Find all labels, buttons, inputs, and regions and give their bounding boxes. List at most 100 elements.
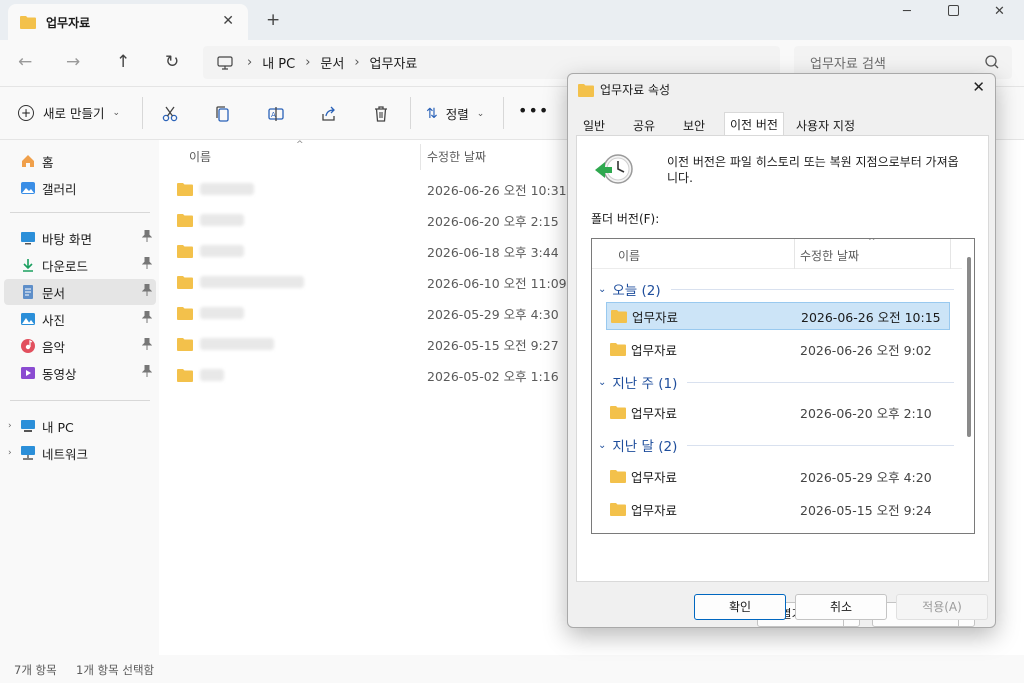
apply-button[interactable]: 적용(A) bbox=[896, 594, 988, 620]
pin-icon[interactable] bbox=[141, 283, 153, 299]
column-header-date[interactable]: 수정한 날짜 bbox=[427, 148, 486, 165]
delete-icon[interactable] bbox=[371, 104, 391, 124]
sidebar-item-gallery[interactable]: 갤러리 bbox=[4, 175, 156, 201]
file-row[interactable]: 2026-05-02 오후 1:16 bbox=[177, 363, 559, 387]
chevron-right-icon[interactable]: › bbox=[8, 448, 12, 458]
column-divider[interactable] bbox=[794, 239, 795, 269]
minimize-icon[interactable]: ─ bbox=[903, 4, 911, 19]
group-header-last-month[interactable]: ⌄ 지난 달 (2) bbox=[598, 435, 954, 455]
file-row[interactable]: 2026-06-20 오후 2:15 bbox=[177, 208, 559, 232]
group-header-last-week[interactable]: ⌄ 지난 주 (1) bbox=[598, 372, 954, 392]
gallery-icon bbox=[20, 180, 36, 196]
version-row[interactable]: 업무자료 2026-05-15 오전 9:24 bbox=[606, 495, 950, 523]
tab-general[interactable]: 일반 bbox=[578, 116, 610, 136]
sidebar-item-home[interactable]: 홈 bbox=[4, 148, 156, 174]
column-header-date[interactable]: 수정한 날짜 bbox=[800, 247, 859, 264]
tab-security[interactable]: 보안 bbox=[678, 116, 710, 136]
sort-label: 정렬 bbox=[445, 107, 469, 122]
forward-arrow-icon[interactable]: → bbox=[66, 52, 80, 72]
tab-previous-versions[interactable]: 이전 버전 bbox=[724, 112, 784, 137]
share-icon[interactable] bbox=[319, 104, 339, 124]
version-row[interactable]: 업무자료 2026-06-20 오후 2:10 bbox=[606, 398, 950, 426]
search-icon[interactable] bbox=[984, 54, 1000, 70]
column-header-name[interactable]: 이름 bbox=[618, 247, 640, 264]
folder-icon bbox=[610, 343, 626, 356]
pin-icon[interactable] bbox=[141, 229, 153, 245]
group-header-today[interactable]: ⌄ 오늘 (2) bbox=[598, 279, 954, 299]
folder-icon bbox=[177, 276, 193, 289]
version-row[interactable]: 업무자료 2026-06-26 오전 9:02 bbox=[606, 335, 950, 363]
folder-versions-label: 폴더 버전(F): bbox=[591, 212, 660, 226]
group-label: 지난 주 (1) bbox=[612, 376, 678, 392]
column-divider[interactable] bbox=[950, 239, 951, 269]
maximize-icon[interactable] bbox=[948, 5, 959, 20]
pin-icon[interactable] bbox=[141, 364, 153, 380]
vertical-scrollbar[interactable] bbox=[967, 257, 971, 437]
new-tab-icon[interactable]: + bbox=[266, 10, 280, 30]
ok-button[interactable]: 확인 bbox=[694, 594, 786, 620]
toolbar-divider bbox=[503, 97, 504, 129]
version-row[interactable]: 업무자료 2026-05-29 오후 4:20 bbox=[606, 462, 950, 490]
copy-icon[interactable] bbox=[213, 104, 233, 124]
cancel-button[interactable]: 취소 bbox=[795, 594, 887, 620]
breadcrumb-pc[interactable]: 내 PC bbox=[262, 53, 295, 72]
sidebar-item-desktop[interactable]: 바탕 화면 bbox=[4, 225, 156, 251]
pin-icon[interactable] bbox=[141, 337, 153, 353]
file-row[interactable]: 2026-05-29 오후 4:30 bbox=[177, 301, 559, 325]
version-date: 2026-06-26 오전 10:15 bbox=[801, 309, 941, 325]
refresh-icon[interactable]: ↻ bbox=[165, 52, 179, 72]
column-header-name[interactable]: 이름 bbox=[189, 148, 211, 165]
sidebar-item-label: 내 PC bbox=[42, 419, 74, 435]
blurred-file-name bbox=[200, 245, 244, 257]
list-header: 이름 수정한 날짜 ^ bbox=[592, 239, 962, 269]
tab-title: 업무자료 bbox=[46, 15, 91, 30]
sidebar-item-downloads[interactable]: 다운로드 bbox=[4, 252, 156, 278]
svg-text:A: A bbox=[271, 111, 276, 119]
desktop-icon bbox=[20, 230, 36, 246]
close-icon[interactable]: ✕ bbox=[972, 78, 985, 96]
sidebar-item-videos[interactable]: 동영상 bbox=[4, 360, 156, 386]
file-date: 2026-06-26 오전 10:31 bbox=[427, 182, 567, 198]
more-options-icon[interactable]: ••• bbox=[518, 101, 549, 120]
file-row[interactable]: 2026-05-15 오전 9:27 bbox=[177, 332, 559, 356]
tab-customize[interactable]: 사용자 지정 bbox=[791, 116, 860, 136]
sidebar-item-music[interactable]: 음악 bbox=[4, 333, 156, 359]
chevron-right-icon: › bbox=[354, 55, 360, 70]
sidebar-item-label: 동영상 bbox=[42, 366, 77, 382]
tab-sharing[interactable]: 공유 bbox=[628, 116, 660, 136]
music-icon bbox=[20, 338, 36, 354]
sort-button[interactable]: ⇅ 정렬 ⌄ bbox=[426, 104, 484, 123]
version-row[interactable]: 업무자료 2026-06-26 오전 10:15 bbox=[606, 302, 950, 330]
sidebar-item-this-pc[interactable]: › 내 PC bbox=[4, 413, 156, 439]
new-button[interactable]: + 새로 만들기 ⌄ bbox=[18, 103, 120, 122]
sidebar-item-documents[interactable]: 문서 bbox=[4, 279, 156, 305]
breadcrumb-current[interactable]: 업무자료 bbox=[370, 53, 418, 72]
chevron-right-icon[interactable]: › bbox=[8, 421, 12, 431]
close-window-icon[interactable]: ✕ bbox=[994, 4, 1005, 19]
previous-versions-description: 이전 버전은 파일 히스토리 또는 복원 지점으로부터 가져옵니다. bbox=[667, 155, 959, 185]
back-arrow-icon[interactable]: ← bbox=[18, 52, 32, 72]
rename-icon[interactable]: A bbox=[266, 104, 286, 124]
chevron-right-icon: › bbox=[247, 55, 253, 70]
column-divider[interactable] bbox=[420, 144, 421, 170]
folder-icon bbox=[610, 503, 626, 516]
group-divider bbox=[670, 288, 954, 290]
file-row[interactable]: 2026-06-26 오전 10:31 bbox=[177, 177, 567, 201]
file-row[interactable]: 2026-06-10 오전 11:09 bbox=[177, 270, 567, 294]
selection-count: 1개 항목 선택함 bbox=[76, 663, 155, 677]
pin-icon[interactable] bbox=[141, 256, 153, 272]
up-arrow-icon[interactable]: ↑ bbox=[116, 52, 130, 72]
pin-icon[interactable] bbox=[141, 310, 153, 326]
sidebar-item-label: 바탕 화면 bbox=[42, 231, 92, 247]
folder-icon bbox=[578, 83, 594, 97]
file-row[interactable]: 2026-06-18 오후 3:44 bbox=[177, 239, 559, 263]
sidebar-item-pictures[interactable]: 사진 bbox=[4, 306, 156, 332]
sidebar-item-label: 문서 bbox=[42, 285, 66, 301]
tab-current[interactable]: 업무자료 ✕ bbox=[8, 4, 248, 40]
breadcrumb-documents[interactable]: 문서 bbox=[320, 53, 344, 72]
search-placeholder: 업무자료 검색 bbox=[810, 57, 886, 72]
folder-versions-list[interactable]: 이름 수정한 날짜 ^ ⌄ 오늘 (2) 업무자료 2026-06-26 오전 … bbox=[591, 238, 975, 534]
sidebar-item-network[interactable]: › 네트워크 bbox=[4, 440, 156, 466]
tab-close-icon[interactable]: ✕ bbox=[222, 13, 234, 29]
cut-icon[interactable] bbox=[160, 104, 180, 124]
